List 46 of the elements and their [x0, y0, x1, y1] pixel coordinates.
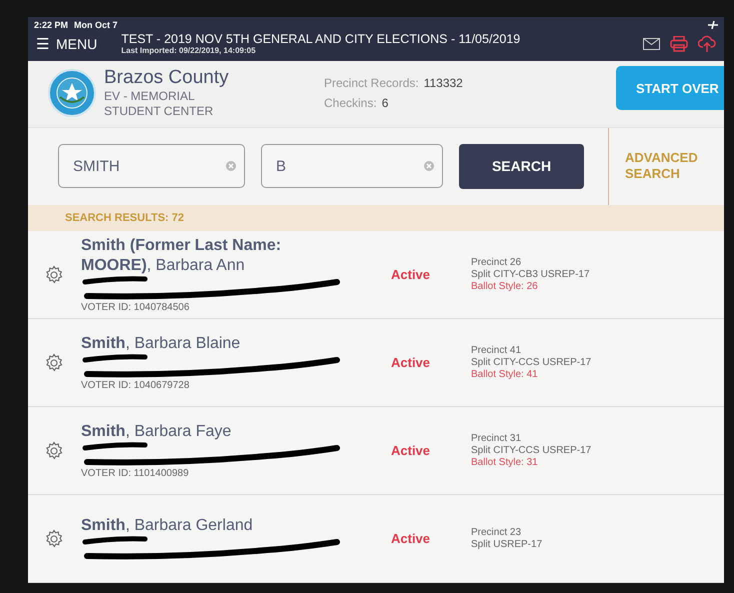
precinct-text: Precinct 41: [471, 344, 522, 356]
election-title: TEST - 2019 NOV 5TH GENERAL AND CITY ELECTIONS - 11/05/2019: [121, 32, 520, 46]
search-results-count: SEARCH RESULTS: 72: [65, 212, 184, 224]
stat-value: 113332: [424, 76, 463, 90]
voter-id: VOTER ID: 1101400989: [81, 468, 190, 479]
status-time: 2:22 PM: [34, 20, 68, 30]
menu-button[interactable]: ☰ MENU: [36, 34, 98, 52]
mail-icon[interactable]: [643, 38, 660, 50]
voter-status: Active: [391, 531, 432, 546]
search-field[interactable]: SMITH: [58, 144, 245, 188]
stat-label: Checkins:: [324, 96, 377, 110]
gear-icon[interactable]: [44, 352, 64, 372]
precinct-text: Precinct 23: [471, 526, 522, 538]
county-name: Brazos County: [104, 67, 230, 89]
split-text: Split CITY-CCS USREP-17: [471, 444, 592, 456]
voter-name[interactable]: Smith, Barbara Blaine: [81, 334, 301, 354]
cloud-upload-icon[interactable]: [698, 34, 716, 52]
stat-label: Precinct Records:: [324, 76, 419, 90]
voter-status: Active: [391, 443, 432, 458]
search-button[interactable]: SEARCH: [459, 144, 584, 189]
split-text: Split CITY-CCS USREP-17: [471, 356, 592, 368]
stat-value: 6: [382, 96, 388, 110]
voter-id: VOTER ID: 1040679728: [81, 380, 190, 391]
location-line: EV - MEMORIAL: [104, 89, 196, 104]
voter-status: Active: [391, 267, 432, 282]
last-imported-text: Last Imported: 09/22/2019, 14:09:05: [121, 46, 257, 55]
ballot-style-text: Ballot Style: 31: [471, 456, 539, 468]
precinct-text: Precinct 31: [471, 432, 522, 444]
search-field[interactable]: B: [261, 144, 443, 188]
voter-name[interactable]: Smith (Former Last Name: MOORE), Barbara Ann: [81, 236, 301, 276]
split-text: Split USREP-17: [471, 538, 542, 550]
state-seal-icon: [48, 69, 96, 117]
ballot-style-text: Ballot Style: 26: [471, 280, 539, 292]
split-text: Split CITY-CB3 USREP-17: [471, 268, 590, 280]
location-line: STUDENT CENTER: [104, 104, 214, 119]
ballot-style-text: Ballot Style: 41: [471, 368, 539, 380]
printer-icon[interactable]: [670, 36, 688, 52]
gear-icon[interactable]: [44, 264, 64, 284]
precinct-text: Precinct 26: [471, 256, 522, 268]
voter-name[interactable]: Smith, Barbara Gerland: [81, 516, 301, 536]
voter-id: VOTER ID: 1040784506: [81, 302, 190, 313]
voter-status: Active: [391, 355, 432, 370]
status-date: Mon Oct 7: [74, 20, 118, 30]
gear-icon[interactable]: [44, 440, 64, 460]
voter-name[interactable]: Smith, Barbara Faye: [81, 422, 301, 442]
gear-icon[interactable]: [44, 528, 64, 548]
